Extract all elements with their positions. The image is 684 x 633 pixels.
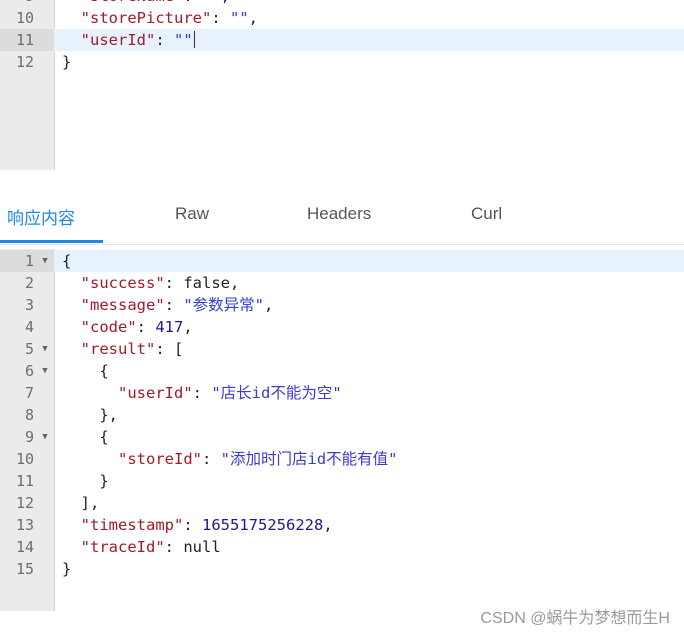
fold-toggle-icon[interactable]: ▼ [40,338,50,360]
line-number: 12 [15,494,34,512]
tab-raw[interactable]: Raw [175,204,209,224]
active-tab-indicator [0,240,103,243]
request-body-editor[interactable]: 9 "storeName": "",10 "storePicture": "",… [0,0,684,170]
code-line[interactable]: 15} [0,558,684,580]
fold-toggle-icon[interactable]: ▼ [40,360,50,382]
line-number: 9 [0,0,54,7]
code-line[interactable]: 6 ▼ { [0,360,684,382]
code-text: "code": 417, [80,318,193,336]
code-line[interactable]: 8 }, [0,404,684,426]
code-line[interactable]: 10 "storePicture": "", [0,7,684,29]
code-text: } [62,53,72,71]
code-line[interactable]: 3 "message": "参数异常", [0,294,684,316]
code-line[interactable]: 12 ], [0,492,684,514]
code-text: "storePicture": "", [80,9,259,27]
code-text: "timestamp": 1655175256228, [80,516,333,534]
tab-curl[interactable]: Curl [471,204,502,224]
line-number: 3 [24,296,34,314]
text-cursor [193,31,195,48]
code-text: "userId": "" [80,31,195,49]
code-line[interactable]: 5 ▼ "result": [ [0,338,684,360]
response-body-editor[interactable]: 1 ▼{2 "success": false, 3 "message": "参数异常… [0,249,684,611]
code-line[interactable]: 11 } [0,470,684,492]
line-number: 11 [15,472,34,490]
code-text: "success": false, [80,274,240,292]
code-line[interactable]: 2 "success": false, [0,272,684,294]
code-text: "storeId": "添加时门店id不能有值" [118,450,398,468]
tab-response-content[interactable]: 响应内容 [7,204,75,229]
code-text: "traceId": null [80,538,221,556]
code-text: "message": "参数异常", [80,296,274,314]
code-text: { [62,252,72,270]
line-number: 2 [24,274,34,292]
response-tabs: 响应内容 Raw Headers Curl [0,190,684,245]
code-text: "result": [ [80,340,184,358]
code-line[interactable]: 12} [0,51,684,73]
tab-headers[interactable]: Headers [307,204,371,224]
line-number: 14 [15,538,34,556]
code-line[interactable]: 11 "userId": "" [0,29,684,51]
code-line[interactable]: 9 "storeName": "", [0,0,684,7]
code-text: { [62,428,109,446]
fold-toggle-icon[interactable]: ▼ [40,250,50,272]
code-line[interactable]: 7 "userId": "店长id不能为空" [0,382,684,404]
line-number: 10 [15,9,34,27]
watermark: CSDN @蜗牛为梦想而生H [480,610,670,627]
code-line[interactable]: 13 "timestamp": 1655175256228, [0,514,684,536]
line-number: 8 [24,406,34,424]
code-text: { [62,362,109,380]
code-text: } [62,472,109,490]
line-number: 4 [24,318,34,336]
code-text: ], [62,494,100,512]
line-number: 11 [0,29,54,51]
code-text: } [62,560,72,578]
code-line[interactable]: 1 ▼{ [0,250,684,272]
line-number: 10 [15,450,34,468]
code-line[interactable]: 4 "code": 417, [0,316,684,338]
line-number: 13 [15,516,34,534]
code-text: }, [62,406,118,424]
code-text: "userId": "店长id不能为空" [118,384,342,402]
code-line[interactable]: 9 ▼ { [0,426,684,448]
code-line[interactable]: 14 "traceId": null [0,536,684,558]
line-number: 7 [24,384,34,402]
code-line[interactable]: 10 "storeId": "添加时门店id不能有值" [0,448,684,470]
code-text: "storeName": "", [62,0,230,7]
fold-toggle-icon[interactable]: ▼ [40,426,50,448]
line-number: 15 [15,560,34,578]
line-number: 12 [15,53,34,71]
